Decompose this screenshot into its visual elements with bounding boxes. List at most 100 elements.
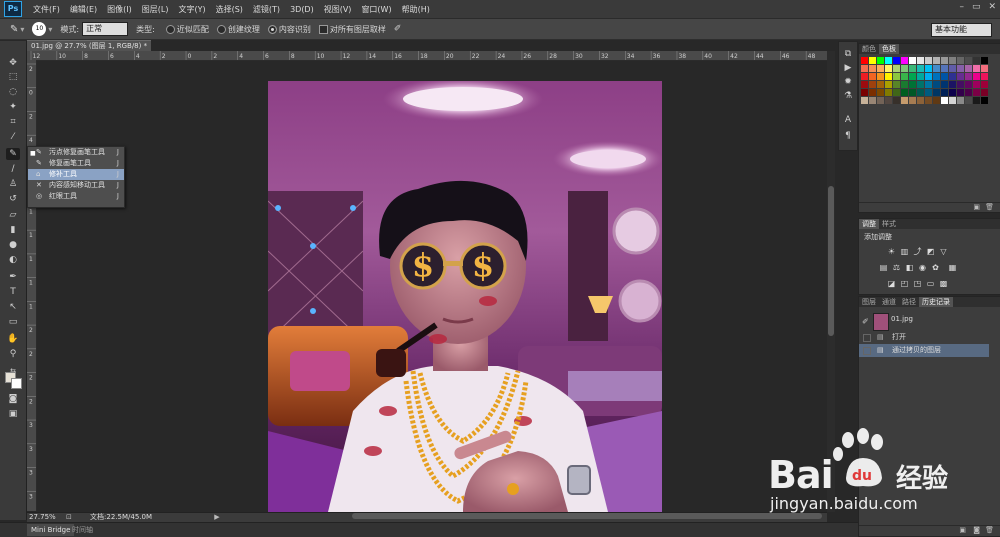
color-swatch[interactable] [981,73,988,80]
delete-swatch-icon[interactable]: 🗑 [985,203,994,211]
eyedropper-tool-icon[interactable]: ⁄ [6,131,20,143]
hue-saturation-icon[interactable]: ▤ [879,263,888,272]
color-swatch[interactable] [925,73,932,80]
color-swatch[interactable] [941,81,948,88]
color-swatch[interactable] [925,89,932,96]
color-swatch[interactable] [901,57,908,64]
color-swatch[interactable] [909,81,916,88]
color-swatch[interactable] [861,73,868,80]
menu-edit[interactable]: 编辑(E) [65,4,102,15]
color-swatch[interactable] [861,81,868,88]
color-swatch[interactable] [957,65,964,72]
color-swatch[interactable] [941,89,948,96]
color-swatch[interactable] [957,89,964,96]
color-swatch[interactable] [869,73,876,80]
color-swatch[interactable] [949,89,956,96]
color-swatch[interactable] [957,81,964,88]
color-swatch[interactable] [869,89,876,96]
color-swatch[interactable] [917,57,924,64]
color-swatch[interactable] [869,57,876,64]
channel-mixer-icon[interactable]: ✿ [931,263,940,272]
color-swatch[interactable] [861,65,868,72]
color-swatch[interactable] [973,57,980,64]
color-swatch[interactable] [941,57,948,64]
color-swatch[interactable] [973,65,980,72]
status-menu-arrow-icon[interactable]: ▶ [214,513,219,521]
stamp-tool-icon[interactable]: ♙ [6,178,20,190]
color-balance-icon[interactable]: ⚖ [892,263,901,272]
close-window-button[interactable]: ✕ [988,2,996,12]
snapshot-source-icon[interactable]: ✐ [862,315,869,328]
color-swatch[interactable] [893,81,900,88]
levels-icon[interactable]: ▥ [900,247,909,256]
pen-tool-icon[interactable]: ✒ [6,271,20,283]
color-swatch[interactable] [885,89,892,96]
color-swatch[interactable] [981,89,988,96]
minimize-button[interactable]: – [959,2,964,12]
menu-file[interactable]: 文件(F) [28,4,65,15]
delete-state-icon[interactable]: 🗑 [985,526,994,534]
color-swatch[interactable] [941,73,948,80]
history-brush-icon[interactable]: ↺ [6,193,20,205]
color-swatch[interactable] [957,73,964,80]
tab-paths[interactable]: 路径 [899,297,919,307]
clone-source-icon[interactable]: ⚗ [842,90,854,102]
exposure-icon[interactable]: ◩ [926,247,935,256]
color-swatch[interactable] [877,65,884,72]
color-swatch[interactable] [877,89,884,96]
history-step[interactable]: ▤ 通过拷贝的图层 [859,344,989,357]
color-swatch[interactable] [981,81,988,88]
menu-3d[interactable]: 3D(D) [285,5,319,14]
history-snapshot[interactable]: ✐ 01.jpg [859,311,989,331]
color-swatch[interactable] [957,57,964,64]
tab-styles[interactable]: 样式 [879,219,899,229]
gradient-tool-icon[interactable]: ▮ [6,224,20,236]
color-swatch[interactable] [933,89,940,96]
tab-color[interactable]: 颜色 [859,44,879,54]
color-swatch[interactable] [861,89,868,96]
color-swatch[interactable] [877,81,884,88]
color-swatch[interactable] [949,65,956,72]
document-image[interactable]: $ $ [268,81,662,512]
color-swatch[interactable] [949,97,956,104]
color-swatch[interactable] [965,57,972,64]
brush-dropdown-icon[interactable]: ▾ [48,25,52,34]
history-panel-icon[interactable]: ⧉ [842,48,854,60]
color-swatch[interactable] [861,57,868,64]
color-swatch[interactable] [909,97,916,104]
hand-tool-icon[interactable]: ✋ [6,333,20,345]
color-swatch[interactable] [893,89,900,96]
color-swatch[interactable] [917,65,924,72]
menu-image[interactable]: 图像(I) [102,4,137,15]
quick-select-tool-icon[interactable]: ✦ [6,101,20,113]
status-info-icon[interactable]: ⊡ [66,513,72,521]
curves-icon[interactable]: ⤴ [913,247,922,256]
type-tool-icon[interactable]: T [6,286,20,298]
tab-swatches[interactable]: 色板 [879,44,899,54]
posterize-icon[interactable]: ◰ [900,279,909,288]
color-swatch[interactable] [901,81,908,88]
color-swatch[interactable] [885,65,892,72]
color-swatch[interactable] [893,97,900,104]
color-swatch[interactable] [885,73,892,80]
actions-panel-icon[interactable]: ▶ [842,62,854,74]
flyout-item-healing-brush[interactable]: ✎ 修复画笔工具 J [28,158,124,169]
new-swatch-icon[interactable]: ▣ [973,203,980,211]
healing-brush-tool-icon[interactable]: ✎ [6,148,20,160]
crop-tool-icon[interactable]: ⌗ [6,116,20,128]
color-swatch[interactable] [965,73,972,80]
menu-select[interactable]: 选择(S) [211,4,248,15]
color-swatch[interactable] [877,57,884,64]
history-source-checkbox[interactable] [863,334,871,342]
lasso-tool-icon[interactable]: ◌ [6,86,20,98]
color-swatch[interactable] [869,97,876,104]
color-swatch[interactable] [901,65,908,72]
color-swatch[interactable] [973,81,980,88]
history-source-checkbox[interactable] [863,347,871,355]
color-swatch[interactable] [877,73,884,80]
radio-create-texture[interactable] [216,24,226,34]
zoom-level[interactable]: 27.75% [29,513,56,521]
color-swatch[interactable] [877,97,884,104]
color-swatch[interactable] [949,57,956,64]
menu-filter[interactable]: 滤镜(T) [248,4,285,15]
